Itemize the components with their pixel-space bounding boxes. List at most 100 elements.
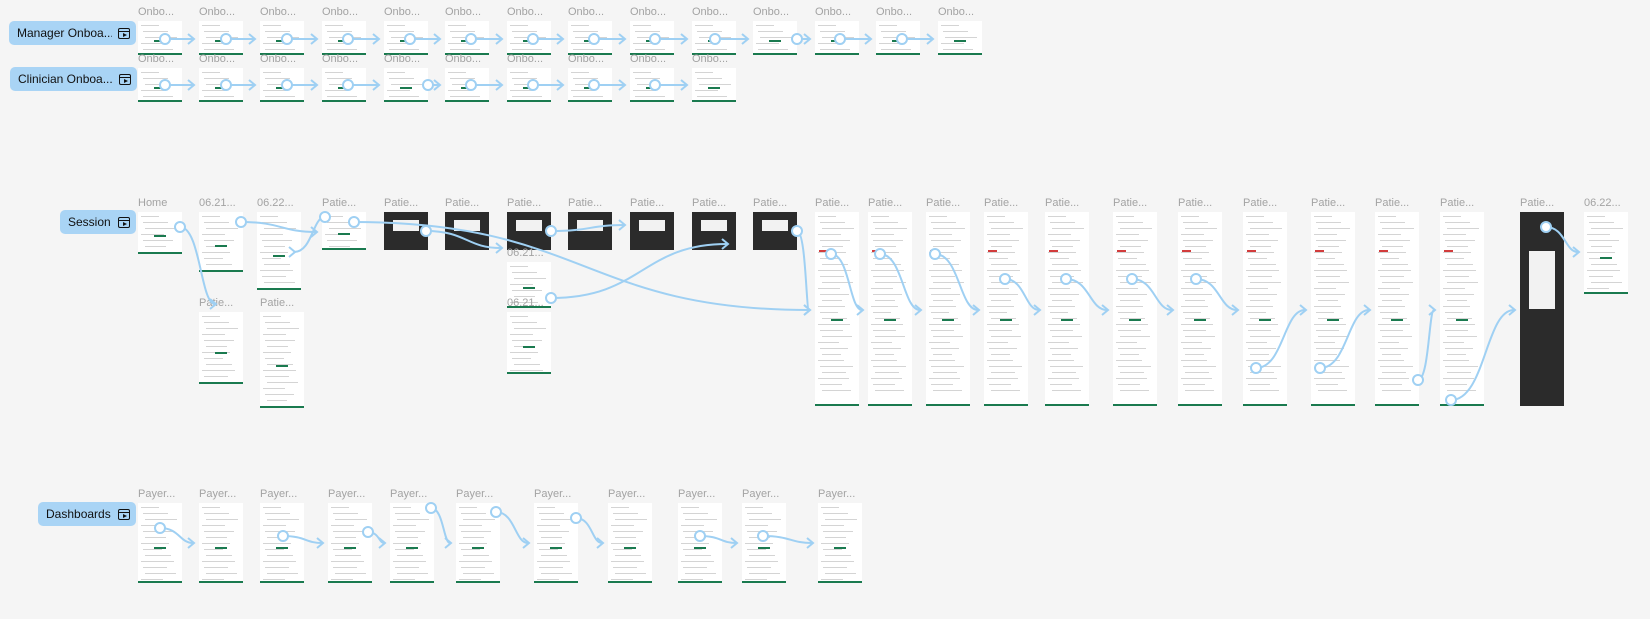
screen-frame[interactable]: Onbo... (507, 6, 551, 55)
thumbnail-line (987, 342, 1008, 343)
screen-frame[interactable]: Payer... (328, 488, 372, 583)
screen-frame[interactable]: Patie... (815, 197, 859, 406)
thumbnail-line (820, 366, 853, 367)
thumbnail-line (1120, 282, 1151, 283)
thumbnail-line (1181, 288, 1203, 289)
screen-frame[interactable]: Onbo... (692, 53, 736, 102)
screen-frame[interactable]: Home (138, 197, 182, 254)
thumbnail-line (747, 531, 777, 532)
screen-frame[interactable]: Payer... (456, 488, 500, 583)
screen-frame[interactable]: Patie... (692, 197, 736, 250)
screen-frame[interactable]: Patie... (868, 197, 912, 406)
thumbnail-line (510, 72, 528, 73)
screen-frame[interactable]: Payer... (390, 488, 434, 583)
screen-frame[interactable]: Patie... (384, 197, 428, 250)
screen-frame[interactable]: Patie... (1178, 197, 1222, 406)
screen-frame[interactable]: Onbo... (384, 6, 428, 55)
prototype-canvas[interactable]: Manager Onboa... Clinician Onboa... Sess… (0, 0, 1650, 619)
thumbnail-line (989, 276, 1013, 277)
frame-thumbnail (876, 21, 920, 55)
thumbnail-line (931, 276, 955, 277)
flow-pill-dashboards[interactable]: Dashboards (38, 502, 136, 526)
screen-frame[interactable]: Onbo... (938, 6, 982, 55)
thumbnail-line (1116, 216, 1134, 217)
screen-frame[interactable]: Patie... (1520, 197, 1564, 406)
modal-thumbnail (453, 219, 481, 231)
screen-frame[interactable]: Onbo... (692, 6, 736, 55)
screen-frame[interactable]: Onbo... (322, 6, 366, 55)
screen-frame[interactable]: Onbo... (260, 6, 304, 55)
frame-thumbnail (328, 503, 372, 583)
screen-frame[interactable]: Onbo... (753, 6, 797, 55)
screen-frame[interactable]: Patie... (445, 197, 489, 250)
screen-frame[interactable]: Onbo... (630, 6, 674, 55)
frame-title: Patie... (926, 197, 961, 209)
screen-frame[interactable]: Onbo... (568, 6, 612, 55)
thumbnail-line (1318, 300, 1338, 301)
screen-frame[interactable]: Payer... (260, 488, 304, 583)
screen-frame[interactable]: 06.21... (199, 197, 243, 272)
screen-frame[interactable]: Onbo... (630, 53, 674, 102)
screen-frame[interactable]: Patie... (322, 197, 366, 250)
screen-frame[interactable]: Payer... (199, 488, 243, 583)
screen-frame[interactable]: Patie... (199, 297, 243, 384)
screen-frame[interactable]: Patie... (984, 197, 1028, 406)
screen-frame[interactable]: Onbo... (322, 53, 366, 102)
thumbnail-line (262, 276, 286, 277)
thumbnail-line (463, 555, 489, 556)
screen-frame[interactable]: Payer... (534, 488, 578, 583)
screen-frame[interactable]: Payer... (742, 488, 786, 583)
screen-frame[interactable]: Patie... (926, 197, 970, 406)
screen-frame[interactable]: Onbo... (876, 6, 920, 55)
screen-frame[interactable]: Payer... (818, 488, 862, 583)
screen-frame[interactable]: Patie... (568, 197, 612, 250)
flow-pill-clinician-onboarding[interactable]: Clinician Onboa... (10, 67, 137, 91)
screen-frame[interactable]: Patie... (260, 297, 304, 408)
screen-frame[interactable]: Onbo... (445, 6, 489, 55)
frame-title: Patie... (1520, 197, 1555, 209)
thumbnail-line (327, 240, 357, 241)
screen-frame[interactable]: Onbo... (199, 53, 243, 102)
screen-frame[interactable]: 06.22... (257, 197, 301, 290)
frame-title: 06.21... (507, 247, 544, 259)
thumbnail-line (820, 222, 845, 223)
screen-frame[interactable]: Onbo... (445, 53, 489, 102)
frame-title: Onbo... (815, 6, 852, 18)
screen-frame[interactable]: 06.22... (1584, 197, 1628, 294)
screen-frame[interactable]: Patie... (507, 197, 551, 250)
screen-frame[interactable]: Onbo... (138, 53, 182, 102)
frame-thumbnail (608, 503, 652, 583)
thumbnail-button (584, 86, 596, 89)
screen-frame[interactable]: 06.21... (507, 297, 551, 374)
screen-frame[interactable]: Patie... (1113, 197, 1157, 406)
thumbnail-line (267, 382, 298, 383)
screen-frame[interactable]: Payer... (678, 488, 722, 583)
thumbnail-line (945, 37, 977, 38)
screen-frame[interactable]: Patie... (1045, 197, 1089, 406)
play-frame-icon (118, 27, 130, 39)
screen-frame[interactable]: Payer... (608, 488, 652, 583)
flow-pill-session[interactable]: Session (60, 210, 136, 234)
screen-frame[interactable]: Patie... (1243, 197, 1287, 406)
screen-frame[interactable]: Onbo... (384, 53, 428, 102)
screen-frame[interactable]: Onbo... (199, 6, 243, 55)
screen-frame[interactable]: Patie... (630, 197, 674, 250)
screen-frame[interactable]: Payer... (138, 488, 182, 583)
screen-frame[interactable]: Patie... (1375, 197, 1419, 406)
screen-frame[interactable]: Patie... (1311, 197, 1355, 406)
flow-pill-manager-onboarding[interactable]: Manager Onboa... (9, 21, 136, 45)
thumbnail-line (1447, 246, 1468, 247)
screen-frame[interactable]: Onbo... (507, 53, 551, 102)
screen-frame[interactable]: Patie... (753, 197, 797, 250)
thumbnail-line (143, 531, 173, 532)
screen-frame[interactable]: Onbo... (568, 53, 612, 102)
thumbnail-line (1246, 216, 1264, 217)
screen-frame[interactable]: Onbo... (138, 6, 182, 55)
screen-frame[interactable]: Onbo... (815, 6, 859, 55)
thumbnail-line (1382, 390, 1411, 391)
screen-frame[interactable]: Patie... (1440, 197, 1484, 406)
thumbnail-line (1246, 342, 1267, 343)
thumbnail-line (143, 513, 168, 514)
thumbnail-line (206, 573, 237, 574)
screen-frame[interactable]: Onbo... (260, 53, 304, 102)
